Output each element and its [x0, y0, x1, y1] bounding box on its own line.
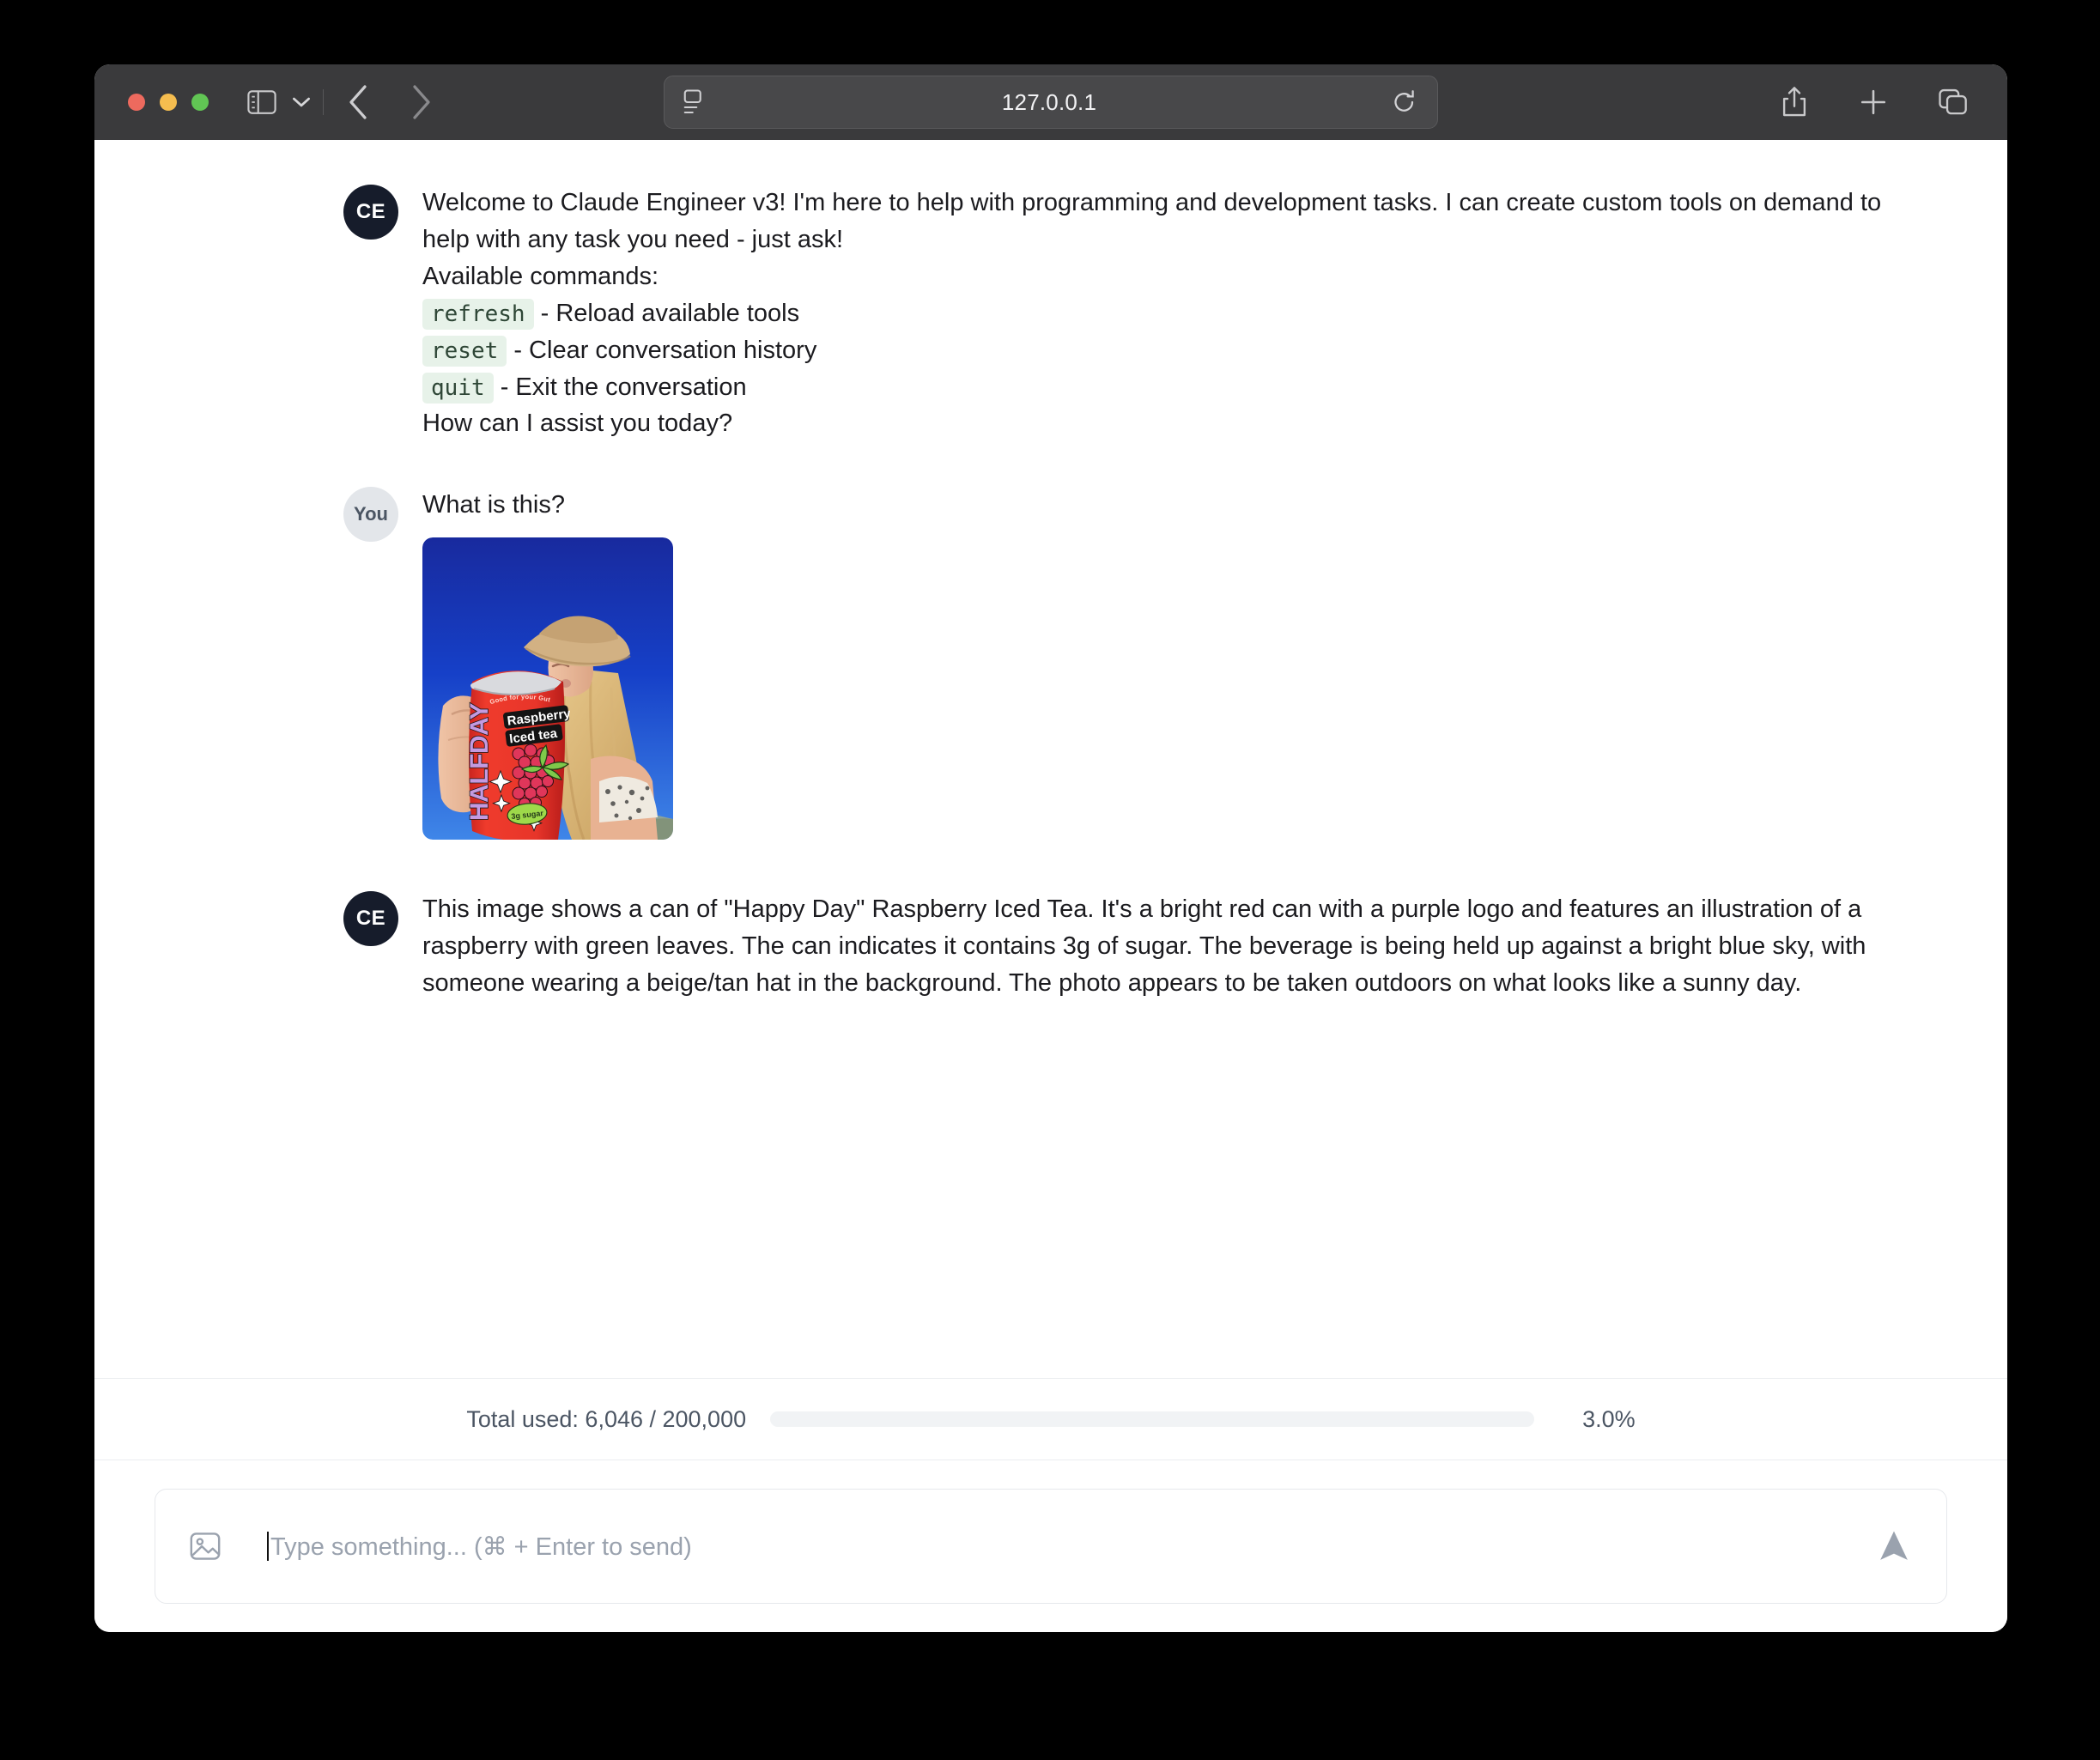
- command-line-refresh: refresh - Reload available tools: [422, 295, 1899, 332]
- command-desc-refresh: - Reload available tools: [540, 299, 800, 327]
- usage-progress-bar: [770, 1411, 1535, 1427]
- composer-area: Type something... (⌘ + Enter to send): [94, 1460, 2007, 1632]
- text-cursor: [267, 1532, 269, 1561]
- browser-window: 127.0.0.1 CE Welcome to Claude Engineer …: [94, 64, 2007, 1632]
- toolbar-divider: [323, 89, 324, 115]
- sidebar-toggle-icon[interactable]: [247, 89, 276, 115]
- avatar: You: [343, 487, 398, 543]
- toolbar-right-actions: [1781, 86, 1968, 118]
- usage-percent-label: 3.0%: [1582, 1405, 1636, 1432]
- command-desc-quit: - Exit the conversation: [500, 373, 747, 401]
- token-usage-label: Total used: 6,046 / 200,000: [466, 1405, 747, 1432]
- message-input-box[interactable]: Type something... (⌘ + Enter to send): [155, 1489, 1947, 1604]
- welcome-paragraph: Welcome to Claude Engineer v3! I'm here …: [422, 189, 1882, 253]
- back-arrow-icon[interactable]: [348, 84, 370, 120]
- avatar: CE: [343, 891, 398, 947]
- halfday-can-photo: Good for your Gut HALFDAY Raspberry Iced…: [422, 537, 673, 841]
- command-chip-quit: quit: [422, 372, 494, 404]
- command-chip-refresh: refresh: [422, 298, 534, 330]
- user-question: What is this?: [422, 491, 565, 519]
- message-user: You What is this? Good for your Gut HALF…: [94, 487, 2007, 841]
- message-assistant-welcome: CE Welcome to Claude Engineer v3! I'm he…: [94, 185, 2007, 442]
- assistant-description-text: This image shows a can of "Happy Day" Ra…: [422, 895, 1866, 998]
- image-attach-icon[interactable]: [190, 1532, 221, 1561]
- message-input-placeholder[interactable]: Type something... (⌘ + Enter to send): [270, 1532, 1878, 1562]
- command-chip-reset: reset: [422, 335, 507, 367]
- chat-transcript: CE Welcome to Claude Engineer v3! I'm he…: [94, 140, 2007, 1378]
- close-window-button[interactable]: [128, 94, 145, 111]
- avatar-label: CE: [355, 907, 386, 931]
- url-text: 127.0.0.1: [1001, 88, 1097, 115]
- minimize-window-button[interactable]: [160, 94, 177, 111]
- message-body: What is this? Good for your Gut HALFDAY …: [422, 487, 673, 841]
- message-assistant-description: CE This image shows a can of "Happy Day"…: [94, 891, 2007, 1002]
- chevron-down-icon[interactable]: [292, 96, 311, 108]
- send-arrow-icon[interactable]: [1878, 1529, 1910, 1563]
- browser-toolbar: 127.0.0.1: [94, 64, 2007, 140]
- avatar-label: CE: [355, 200, 386, 223]
- command-line-reset: reset - Clear conversation history: [422, 332, 1899, 369]
- welcome-closing: How can I assist you today?: [422, 410, 733, 438]
- traffic-lights: [128, 94, 209, 111]
- maximize-window-button[interactable]: [191, 94, 209, 111]
- attached-image[interactable]: Good for your Gut HALFDAY Raspberry Iced…: [422, 537, 673, 841]
- usage-status-bar: Total used: 6,046 / 200,000 3.0%: [94, 1378, 2007, 1460]
- address-bar[interactable]: 127.0.0.1: [664, 76, 1438, 129]
- message-body: Welcome to Claude Engineer v3! I'm here …: [422, 185, 1899, 442]
- reload-icon[interactable]: [1393, 89, 1417, 115]
- avatar: CE: [343, 185, 398, 240]
- tab-overview-icon[interactable]: [1939, 88, 1968, 116]
- command-desc-reset: - Clear conversation history: [513, 336, 817, 364]
- plus-icon[interactable]: [1860, 88, 1887, 116]
- message-body: This image shows a can of "Happy Day" Ra…: [422, 891, 1899, 1002]
- command-line-quit: quit - Exit the conversation: [422, 369, 1899, 406]
- share-icon[interactable]: [1781, 86, 1808, 118]
- forward-arrow-icon[interactable]: [410, 84, 432, 120]
- avatar-label: You: [354, 503, 388, 525]
- reader-view-icon[interactable]: [683, 89, 706, 115]
- commands-heading: Available commands:: [422, 262, 659, 290]
